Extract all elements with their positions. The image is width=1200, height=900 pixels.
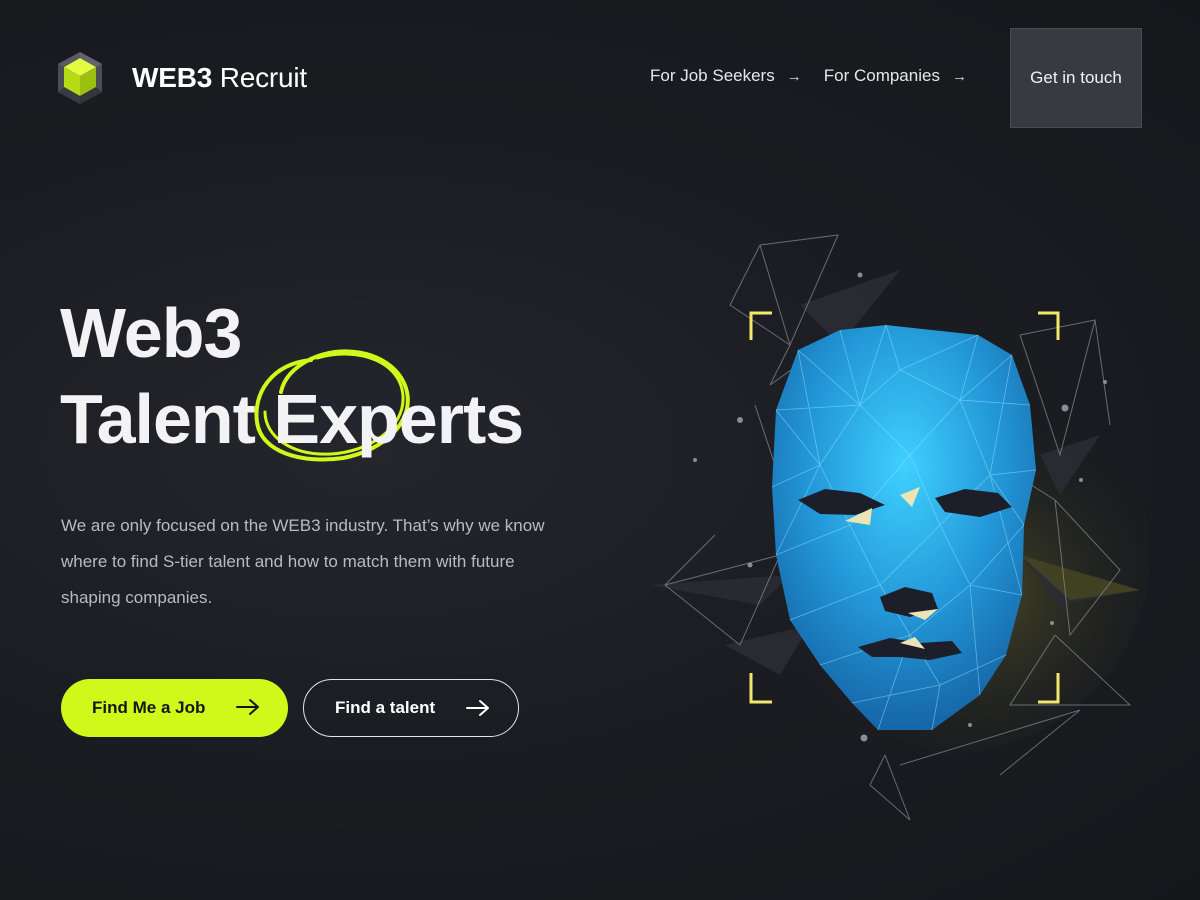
polygon-face-illustration [650, 234, 1150, 821]
nav-link-companies[interactable]: For Companies → [824, 66, 967, 86]
brand-name-light: Recruit [219, 62, 307, 93]
hero-title-word-experts: Experts [273, 380, 524, 458]
brand-name-bold: WEB3 [132, 62, 213, 93]
brand-name: WEB3 Recruit [132, 62, 307, 94]
button-label: Find a talent [335, 698, 436, 717]
nav-link-job-seekers[interactable]: For Job Seekers → [650, 66, 802, 86]
get-in-touch-button[interactable]: Get in touch [1010, 28, 1142, 128]
find-me-a-job-button[interactable]: Find Me a Job [61, 679, 288, 737]
main-nav: For Job Seekers → For Companies → [650, 66, 967, 86]
hero-title-word-talent: Talent [60, 380, 256, 458]
hero-title-line2: Talent Experts [60, 349, 524, 462]
button-label: Find Me a Job [92, 698, 206, 717]
hero-title: Web3 Talent Experts [60, 290, 524, 462]
arrow-right-icon [466, 700, 489, 716]
hero-description: We are only focused on the WEB3 industry… [61, 516, 545, 607]
hero-title-line1: Web3 [60, 294, 242, 372]
arrow-right-icon: → [786, 67, 802, 85]
find-a-talent-button[interactable]: Find a talent [303, 679, 519, 737]
arrow-right-icon: → [951, 67, 967, 85]
arrow-right-icon [236, 699, 259, 715]
hero-title-highlight: Experts [254, 349, 524, 462]
nav-link-label: For Job Seekers [650, 66, 775, 85]
brand-logo[interactable]: WEB3 Recruit [56, 50, 307, 106]
nav-link-label: For Companies [823, 66, 940, 85]
cube-icon [58, 52, 102, 104]
